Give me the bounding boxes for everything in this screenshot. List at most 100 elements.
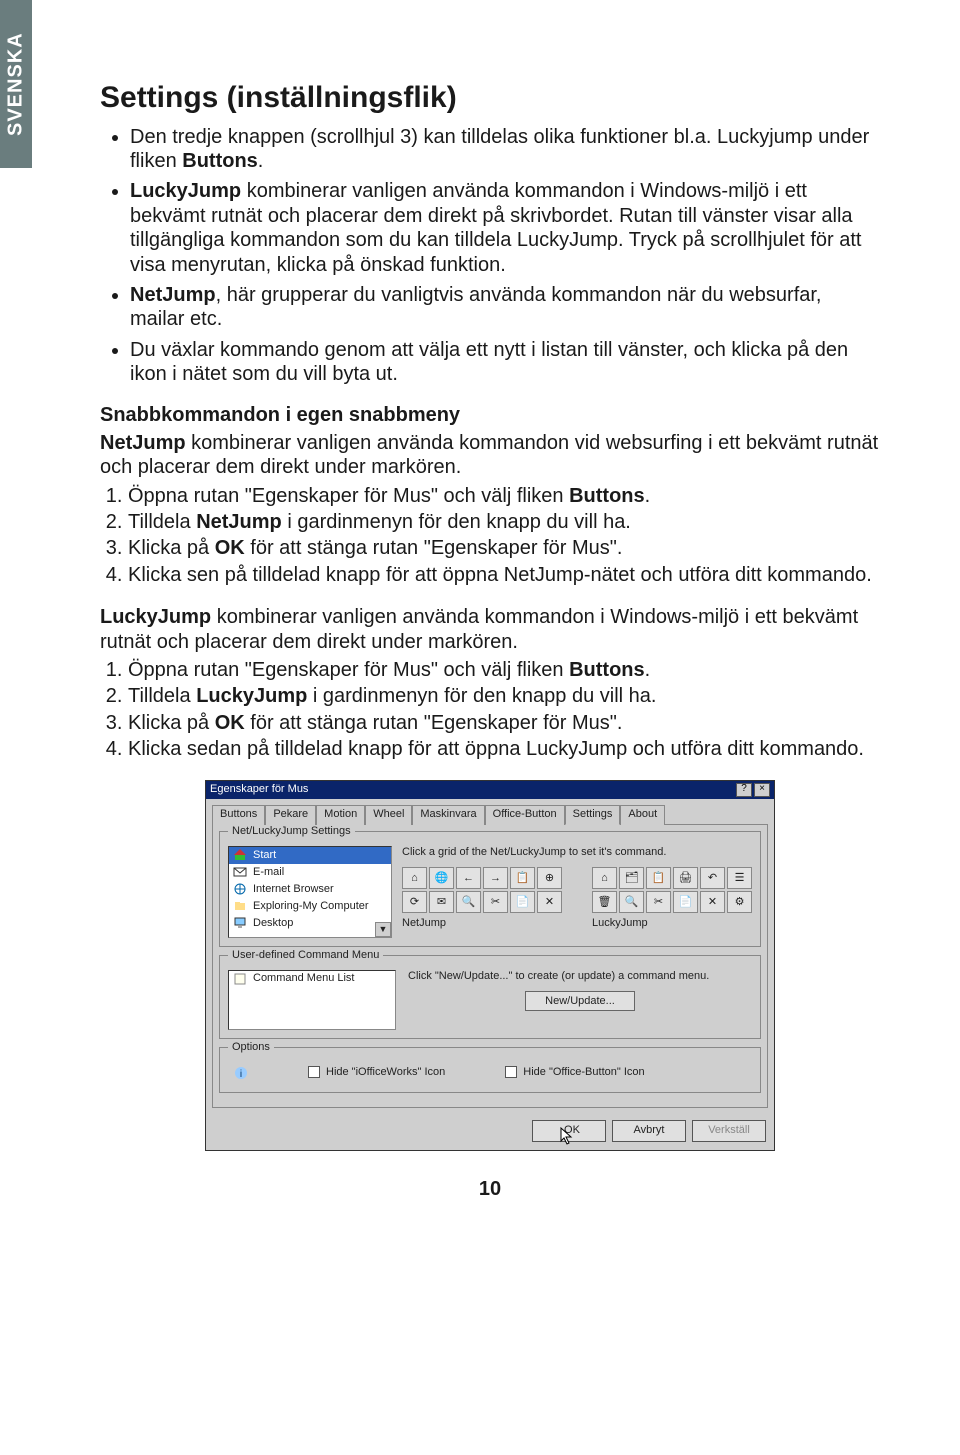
step-item: Tilldela NetJump i gardinmenyn för den k… [128, 510, 880, 534]
grid-cell[interactable]: 🌐 [429, 867, 454, 889]
group-options: Options i Hide "iOfficeWorks" Icon Hide … [219, 1047, 761, 1093]
grid-cell[interactable]: 🗂 [619, 867, 644, 889]
document-page: Settings (inställningsflik) Den tredje k… [0, 0, 960, 1221]
bullet-item: Du växlar kommando genom att välja ett n… [130, 338, 880, 387]
desktop-icon [233, 916, 247, 930]
cursor-icon [562, 1123, 574, 1139]
page-heading: Settings (inställningsflik) [100, 80, 880, 117]
ok-button[interactable]: OK [532, 1120, 606, 1142]
grid-glyph-icon: ✉ [437, 896, 446, 909]
info-icon: i [234, 1066, 248, 1080]
apply-button[interactable]: Verkställ [692, 1120, 766, 1142]
grid-glyph-icon: ⌂ [411, 872, 418, 885]
netjump-caption: NetJump [402, 917, 562, 930]
intro-bullets: Den tredje knappen (scrollhjul 3) kan ti… [100, 125, 880, 387]
tab-panel-settings: Net/LuckyJump Settings Start [212, 824, 768, 1108]
grid-glyph-icon: ⟳ [410, 896, 419, 909]
bullet-item: Den tredje knappen (scrollhjul 3) kan ti… [130, 125, 880, 174]
list-item-explorer[interactable]: Exploring-My Computer [229, 898, 391, 915]
netjump-grid[interactable]: ⌂ 🌐 ← → 📋 ⊕ ⟳ ✉ 🔍 ✂ [402, 867, 562, 913]
luckyjump-caption: LuckyJump [592, 917, 752, 930]
tab-office-button[interactable]: Office-Button [485, 805, 565, 825]
subheading-snabbkommandon: Snabbkommandon i egen snabbmeny [100, 403, 880, 427]
user-menu-listbox[interactable]: Command Menu List [228, 970, 396, 1030]
tab-about[interactable]: About [620, 805, 665, 825]
help-button[interactable]: ? [736, 783, 752, 797]
tab-pekare[interactable]: Pekare [265, 805, 316, 825]
grid-glyph-icon: 📋 [516, 872, 530, 885]
grid-glyph-icon: ✕ [708, 896, 717, 909]
grid-glyph-icon: ⊕ [545, 872, 554, 885]
list-icon [233, 972, 247, 986]
step-item: Öppna rutan "Egenskaper för Mus" och väl… [128, 658, 880, 682]
list-item-browser[interactable]: Internet Browser [229, 881, 391, 898]
grid-cell[interactable]: ✕ [537, 891, 562, 913]
dialog-footer: OK Avbryt Verkställ [206, 1114, 774, 1150]
close-button[interactable]: × [754, 783, 770, 797]
grid-cell[interactable]: ✕ [700, 891, 725, 913]
grid-glyph-icon: 🌐 [435, 872, 449, 885]
tab-settings[interactable]: Settings [565, 805, 621, 825]
grid-cell[interactable]: ⊕ [537, 867, 562, 889]
grid-cell[interactable]: → [483, 867, 508, 889]
grid-cell[interactable]: ✉ [429, 891, 454, 913]
grid-cell[interactable]: 📄 [510, 891, 535, 913]
grid-cell[interactable]: 🔍 [456, 891, 481, 913]
list-item-email[interactable]: E-mail [229, 864, 391, 881]
group-legend: Net/LuckyJump Settings [228, 825, 355, 838]
grid-glyph-icon: ☰ [735, 872, 745, 885]
grid-cell[interactable]: ← [456, 867, 481, 889]
grid-cell[interactable]: ⟳ [402, 891, 427, 913]
grid-cell[interactable]: 🖨 [673, 867, 698, 889]
list-item-desktop[interactable]: Desktop [229, 915, 391, 932]
step-item: Klicka på OK för att stänga rutan "Egens… [128, 536, 880, 560]
grid-cell[interactable]: ✂ [646, 891, 671, 913]
grid-cell[interactable]: ⌂ [592, 867, 617, 889]
hide-iofficeworks-checkbox[interactable]: Hide "iOfficeWorks" Icon [308, 1066, 445, 1079]
tab-maskinvara[interactable]: Maskinvara [412, 805, 484, 825]
grid-cell[interactable]: 📄 [673, 891, 698, 913]
user-hint: Click "New/Update..." to create (or upda… [408, 970, 752, 983]
step-item: Öppna rutan "Egenskaper för Mus" och väl… [128, 484, 880, 508]
list-item-start[interactable]: Start [229, 847, 391, 864]
grid-cell[interactable]: 📋 [646, 867, 671, 889]
grid-glyph-icon: 📄 [679, 896, 693, 909]
bullet-item: LuckyJump kombinerar vanligen använda ko… [130, 179, 880, 277]
grid-glyph-icon: 🗑 [598, 896, 612, 909]
checkbox-icon [308, 1066, 320, 1078]
dialog-tabs: Buttons Pekare Motion Wheel Maskinvara O… [206, 799, 774, 824]
step-item: Klicka sen på tilldelad knapp för att öp… [128, 563, 880, 587]
command-listbox[interactable]: Start E-mail Internet Brow [228, 846, 392, 938]
grid-cell[interactable]: ☰ [727, 867, 752, 889]
grid-glyph-icon: 🔍 [625, 896, 639, 909]
netjump-steps: Öppna rutan "Egenskaper för Mus" och väl… [100, 484, 880, 588]
grid-cell[interactable]: ⌂ [402, 867, 427, 889]
netjump-paragraph: NetJump kombinerar vanligen använda komm… [100, 431, 880, 480]
grid-glyph-icon: ⌂ [601, 872, 608, 885]
grid-glyph-icon: ← [463, 872, 474, 885]
tab-motion[interactable]: Motion [316, 805, 365, 825]
new-update-button[interactable]: New/Update... [525, 991, 635, 1011]
scroll-down-button[interactable]: ▼ [375, 922, 391, 937]
cancel-button[interactable]: Avbryt [612, 1120, 686, 1142]
luckyjump-grid[interactable]: ⌂ 🗂 📋 🖨 ↶ ☰ 🗑 🔍 ✂ 📄 [592, 867, 752, 913]
grid-glyph-icon: ↶ [708, 872, 717, 885]
step-item: Klicka på OK för att stänga rutan "Egens… [128, 711, 880, 735]
grid-glyph-icon: 🗂 [625, 872, 639, 885]
grid-cell[interactable]: ✂ [483, 891, 508, 913]
grid-cell[interactable]: ↶ [700, 867, 725, 889]
grid-cell[interactable]: 🗑 [592, 891, 617, 913]
grid-cell[interactable]: ⚙ [727, 891, 752, 913]
luckyjump-paragraph: LuckyJump kombinerar vanligen använda ko… [100, 605, 880, 654]
step-item: Tilldela LuckyJump i gardinmenyn för den… [128, 684, 880, 708]
folder-icon [233, 899, 247, 913]
grid-glyph-icon: 📋 [652, 872, 666, 885]
grid-cell[interactable]: 📋 [510, 867, 535, 889]
grid-glyph-icon: ✕ [545, 896, 554, 909]
grid-cell[interactable]: 🔍 [619, 891, 644, 913]
grid-glyph-icon: 🔍 [462, 896, 476, 909]
hide-office-button-checkbox[interactable]: Hide "Office-Button" Icon [505, 1066, 644, 1079]
tab-wheel[interactable]: Wheel [365, 805, 412, 825]
grid-glyph-icon: 🖨 [679, 872, 693, 885]
tab-buttons[interactable]: Buttons [212, 805, 265, 825]
